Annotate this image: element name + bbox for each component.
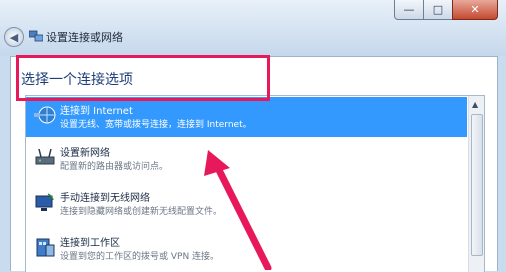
option-description: 连接到隐藏网络或创建新无线配置文件。	[60, 207, 223, 217]
annotation-highlight-box	[16, 55, 270, 101]
minimize-button[interactable]: —	[394, 0, 424, 20]
workplace-building-icon	[36, 238, 55, 257]
window-controls: — □ ✕	[394, 0, 498, 20]
network-setup-icon	[29, 30, 43, 42]
back-arrow-icon[interactable]: ◀	[4, 27, 24, 47]
internet-globe-icon	[34, 106, 56, 124]
option-description: 设置无线、宽带或拨号连接，连接到 Internet。	[60, 120, 252, 130]
option-title: 设置新网络	[60, 148, 110, 159]
option-description: 设置到您的工作区的拨号或 VPN 连接。	[60, 252, 220, 262]
option-description: 配置新的路由器或访问点。	[60, 162, 169, 172]
scroll-thumb[interactable]	[471, 114, 483, 256]
scroll-up-icon[interactable]: ▲	[472, 100, 478, 109]
router-icon	[35, 148, 55, 165]
close-button[interactable]: ✕	[452, 0, 498, 20]
option-title: 连接到工作区	[60, 238, 120, 249]
maximize-button[interactable]: □	[423, 0, 453, 20]
wireless-computer-icon	[35, 193, 54, 211]
title-bar: — □ ✕ ◀ 设置连接或网络	[0, 0, 506, 56]
window-title: 设置连接或网络	[46, 31, 123, 44]
option-connect-internet[interactable]: 连接到 Internet 设置无线、宽带或拨号连接，连接到 Internet。	[26, 97, 467, 137]
annotation-arrow-icon	[204, 150, 272, 270]
option-title: 手动连接到无线网络	[60, 193, 150, 204]
list-scrollbar[interactable]: ▲	[468, 96, 484, 272]
option-title: 连接到 Internet	[60, 106, 133, 117]
